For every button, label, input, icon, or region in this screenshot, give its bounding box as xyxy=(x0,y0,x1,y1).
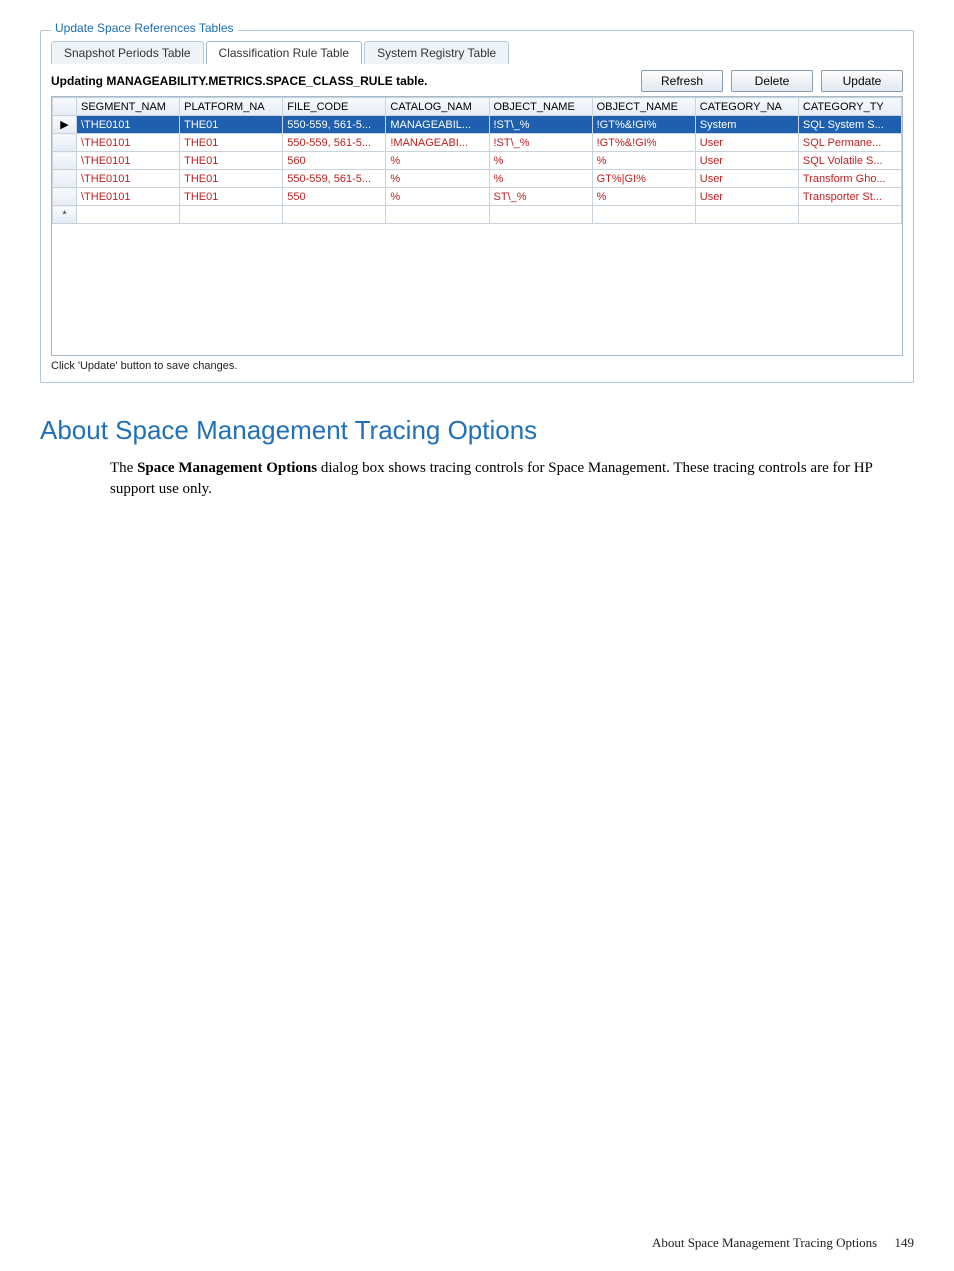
cell[interactable]: MANAGEABIL... xyxy=(386,116,489,134)
cell[interactable]: SQL Volatile S... xyxy=(798,152,901,170)
para-pre: The xyxy=(110,460,137,476)
cell[interactable]: % xyxy=(489,152,592,170)
cell[interactable]: 550 xyxy=(283,188,386,206)
cell[interactable]: % xyxy=(386,152,489,170)
cell[interactable]: !GT%&!GI% xyxy=(592,134,695,152)
cell[interactable]: 550-559, 561-5... xyxy=(283,134,386,152)
section-heading: About Space Management Tracing Options xyxy=(40,415,914,446)
cell[interactable]: User xyxy=(695,188,798,206)
cell[interactable]: % xyxy=(592,188,695,206)
col-catalog-name[interactable]: CATALOG_NAM xyxy=(386,98,489,116)
dialog-name: Space Management Options xyxy=(137,460,317,476)
cell[interactable]: Transporter St... xyxy=(798,188,901,206)
table-row[interactable]: \THE0101THE01550-559, 561-5...!MANAGEABI… xyxy=(53,134,902,152)
cell[interactable]: % xyxy=(386,188,489,206)
col-object-name-1[interactable]: OBJECT_NAME xyxy=(489,98,592,116)
cell[interactable]: % xyxy=(592,152,695,170)
cell[interactable]: SQL System S... xyxy=(798,116,901,134)
refresh-button[interactable]: Refresh xyxy=(641,70,723,92)
save-hint: Click 'Update' button to save changes. xyxy=(51,360,903,372)
update-space-references-panel: Update Space References Tables Snapshot … xyxy=(40,30,914,383)
cell[interactable] xyxy=(386,206,489,224)
cell[interactable]: System xyxy=(695,116,798,134)
row-marker xyxy=(53,188,77,206)
table-row[interactable]: \THE0101THE01560%%%UserSQL Volatile S... xyxy=(53,152,902,170)
section-paragraph: The Space Management Options dialog box … xyxy=(110,458,890,500)
cell[interactable]: \THE0101 xyxy=(77,134,180,152)
footer-label: About Space Management Tracing Options xyxy=(652,1235,877,1250)
cell[interactable]: 550-559, 561-5... xyxy=(283,116,386,134)
col-category-name[interactable]: CATEGORY_NA xyxy=(695,98,798,116)
cell[interactable]: % xyxy=(489,170,592,188)
update-button[interactable]: Update xyxy=(821,70,903,92)
cell[interactable]: User xyxy=(695,170,798,188)
cell[interactable] xyxy=(77,206,180,224)
new-row[interactable]: * xyxy=(53,206,902,224)
cell[interactable] xyxy=(180,206,283,224)
cell[interactable]: THE01 xyxy=(180,170,283,188)
col-file-code[interactable]: FILE_CODE xyxy=(283,98,386,116)
cell[interactable]: User xyxy=(695,134,798,152)
row-marker xyxy=(53,170,77,188)
cell[interactable]: SQL Permane... xyxy=(798,134,901,152)
cell[interactable]: THE01 xyxy=(180,134,283,152)
table-row[interactable]: ▶\THE0101THE01550-559, 561-5...MANAGEABI… xyxy=(53,116,902,134)
cell[interactable]: \THE0101 xyxy=(77,188,180,206)
cell[interactable]: 560 xyxy=(283,152,386,170)
tab-system-registry[interactable]: System Registry Table xyxy=(364,41,509,64)
rules-grid[interactable]: SEGMENT_NAM PLATFORM_NA FILE_CODE CATALO… xyxy=(51,96,903,356)
col-segment-name[interactable]: SEGMENT_NAM xyxy=(77,98,180,116)
cell[interactable]: User xyxy=(695,152,798,170)
cell[interactable]: !GT%&!GI% xyxy=(592,116,695,134)
cell[interactable]: GT%|GI% xyxy=(592,170,695,188)
cell[interactable]: !ST\_% xyxy=(489,134,592,152)
row-marker xyxy=(53,152,77,170)
cell[interactable]: ST\_% xyxy=(489,188,592,206)
cell[interactable]: THE01 xyxy=(180,188,283,206)
col-platform-name[interactable]: PLATFORM_NA xyxy=(180,98,283,116)
updating-status: Updating MANAGEABILITY.METRICS.SPACE_CLA… xyxy=(51,74,427,88)
row-marker: ▶ xyxy=(53,116,77,134)
cell[interactable] xyxy=(283,206,386,224)
cell[interactable]: \THE0101 xyxy=(77,152,180,170)
rowheader-blank xyxy=(53,98,77,116)
page-footer: About Space Management Tracing Options 1… xyxy=(652,1235,914,1251)
col-object-name-2[interactable]: OBJECT_NAME xyxy=(592,98,695,116)
cell[interactable]: Transform Gho... xyxy=(798,170,901,188)
cell[interactable]: \THE0101 xyxy=(77,116,180,134)
cell[interactable] xyxy=(592,206,695,224)
cell[interactable] xyxy=(695,206,798,224)
cell[interactable]: !ST\_% xyxy=(489,116,592,134)
cell[interactable]: THE01 xyxy=(180,116,283,134)
cell[interactable]: 550-559, 561-5... xyxy=(283,170,386,188)
cell[interactable]: \THE0101 xyxy=(77,170,180,188)
row-marker xyxy=(53,134,77,152)
table-row[interactable]: \THE0101THE01550-559, 561-5...%%GT%|GI%U… xyxy=(53,170,902,188)
page-number: 149 xyxy=(895,1235,915,1250)
tab-classification-rule[interactable]: Classification Rule Table xyxy=(206,41,363,64)
delete-button[interactable]: Delete xyxy=(731,70,813,92)
new-row-marker: * xyxy=(53,206,77,224)
cell[interactable]: !MANAGEABI... xyxy=(386,134,489,152)
tabstrip: Snapshot Periods Table Classification Ru… xyxy=(51,41,903,64)
cell[interactable] xyxy=(489,206,592,224)
tab-snapshot-periods[interactable]: Snapshot Periods Table xyxy=(51,41,204,64)
cell[interactable] xyxy=(798,206,901,224)
cell[interactable]: % xyxy=(386,170,489,188)
cell[interactable]: THE01 xyxy=(180,152,283,170)
panel-title: Update Space References Tables xyxy=(51,21,238,35)
col-category-type[interactable]: CATEGORY_TY xyxy=(798,98,901,116)
table-row[interactable]: \THE0101THE01550%ST\_%%UserTransporter S… xyxy=(53,188,902,206)
